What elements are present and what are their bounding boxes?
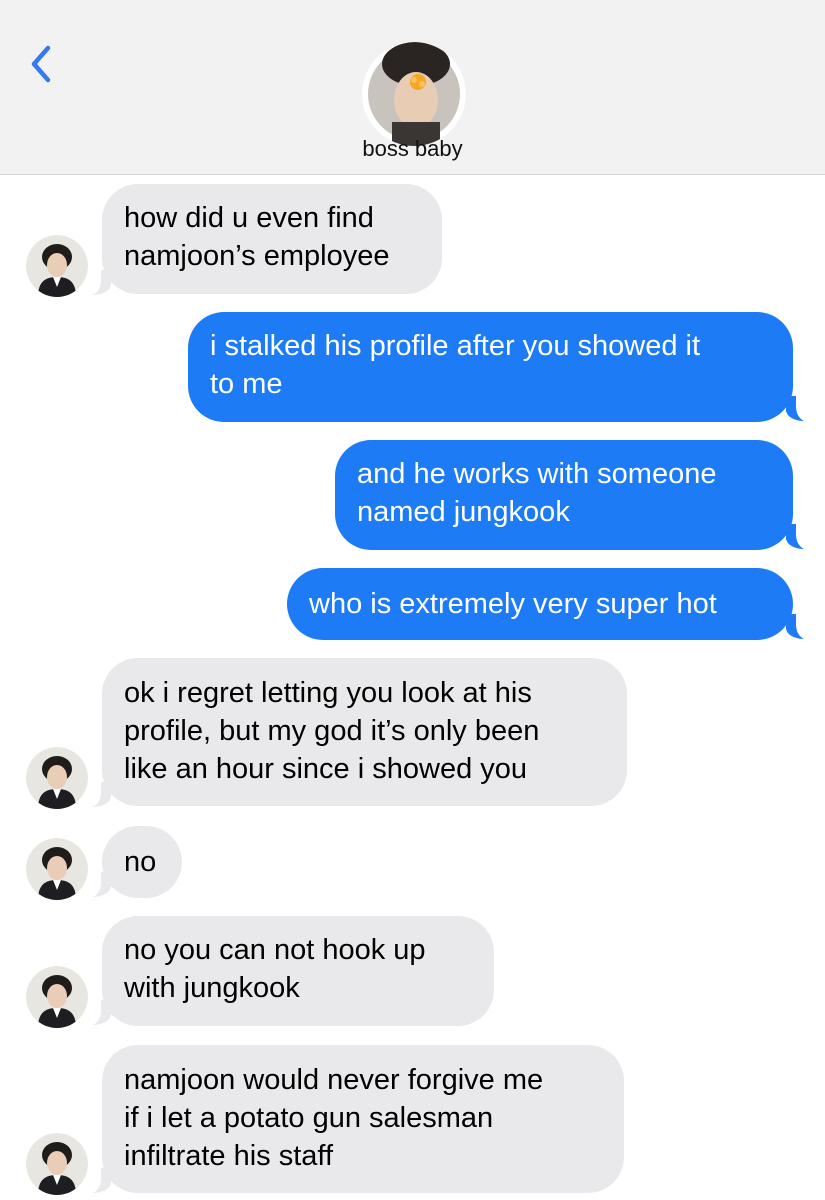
message-line: named jungkook	[357, 496, 570, 528]
chevron-left-icon	[31, 45, 51, 83]
message-line: i stalked his profile after you showed i…	[210, 330, 701, 362]
sender-avatar	[26, 838, 88, 900]
message-line: ok i regret letting you look at his	[124, 677, 532, 709]
message-line: profile, but my god it’s only been	[124, 715, 540, 747]
contact-avatar[interactable]	[362, 42, 466, 146]
message-line: and he works with someone	[357, 458, 717, 490]
message-line: to me	[210, 368, 283, 400]
message-line: if i let a potato gun salesman	[124, 1102, 494, 1134]
message-bubble[interactable]: no	[102, 826, 182, 898]
message-line: like an hour since i showed you	[124, 753, 528, 785]
message-line: no you can not hook up	[124, 934, 426, 966]
message-bubble[interactable]: how did u even find namjoon’s employee	[102, 184, 442, 294]
message-bubble[interactable]: ok i regret letting you look at his prof…	[102, 658, 627, 806]
message-line: namjoon would never forgive me	[124, 1064, 544, 1096]
sender-avatar	[26, 966, 88, 1028]
message-line: who is extremely very super hot	[309, 588, 717, 620]
message-line: namjoon’s employee	[124, 240, 390, 272]
message-bubble[interactable]: i stalked his profile after you showed i…	[188, 312, 793, 422]
message-bubble[interactable]: namjoon would never forgive me if i let …	[102, 1045, 624, 1193]
message-bubble[interactable]: who is extremely very super hot	[287, 568, 793, 640]
message-line: no	[124, 846, 157, 878]
message-line: infiltrate his staff	[124, 1140, 334, 1172]
sender-avatar	[26, 1133, 88, 1195]
conversation-header: boss baby	[0, 0, 825, 175]
contact-name[interactable]: boss baby	[0, 136, 825, 162]
message-bubble[interactable]: and he works with someone named jungkook	[335, 440, 793, 550]
message-line: with jungkook	[124, 972, 300, 1004]
back-button[interactable]	[26, 40, 60, 88]
sender-avatar	[26, 235, 88, 297]
message-line: how did u even find	[124, 202, 374, 234]
sender-avatar	[26, 747, 88, 809]
message-bubble[interactable]: no you can not hook up with jungkook	[102, 916, 494, 1026]
